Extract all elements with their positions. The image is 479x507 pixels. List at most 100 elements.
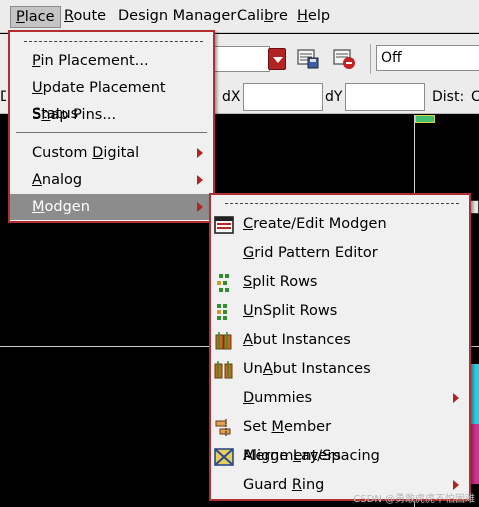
menu-item-modgen[interactable]: Modgen: [10, 194, 213, 220]
dx-label: dX: [222, 89, 241, 105]
merge-layers-icon: [214, 448, 234, 466]
menu-item-set-member-alignment[interactable]: Set Member Alignment/Spacing: [211, 413, 469, 464]
clipped-label-left: D: [0, 89, 6, 105]
menu-item-accel: G: [243, 245, 255, 261]
clipped-label-right: C: [471, 89, 479, 105]
menu-item-label-post: nalog: [41, 172, 83, 188]
menu-item-pin-placement[interactable]: Pin Placement...: [10, 48, 213, 74]
menu-item-accel: U: [243, 303, 254, 319]
dy-input[interactable]: [345, 83, 425, 111]
submenu-arrow-icon: [453, 393, 459, 403]
menu-item-label-post: ap Pins...: [50, 107, 117, 123]
menu-item-label-post: rid Pattern Editor: [254, 245, 378, 261]
menu-item-create-edit-modgen[interactable]: Create/Edit Modgen: [211, 210, 469, 239]
modgen-table-icon: [214, 216, 234, 234]
modgen-submenu: Create/Edit Modgen Grid Pattern Editor S…: [209, 193, 471, 501]
menu-item-label-post: odgen: [44, 199, 90, 215]
menu-item-label-post: but Instances: [252, 332, 351, 348]
menu-item-snap-pins[interactable]: Snap Pins...: [10, 102, 213, 128]
split-rows-icon: [217, 274, 229, 292]
menu-place-accel: P: [16, 9, 25, 25]
menu-item-label-post: nSplit Rows: [253, 303, 338, 319]
menu-item-label-pre: Merge: [243, 448, 293, 464]
submenu-arrow-icon: [197, 148, 203, 158]
menu-item-accel: M: [271, 419, 284, 435]
canvas-shape-right-2: [470, 364, 479, 424]
menu-item-accel: U: [32, 80, 43, 96]
menu-item-accel: A: [243, 332, 253, 348]
menu-design-manager-label: Design Manager: [118, 8, 237, 24]
menu-item-grid-pattern-editor[interactable]: Grid Pattern Editor: [211, 239, 469, 268]
menu-help-post: elp: [307, 8, 331, 24]
menu-item-label-pre: S: [32, 107, 42, 123]
menu-item-label-post: ummies: [254, 390, 313, 406]
menu-item-label-pre: Un: [243, 361, 263, 377]
dist-label: Dist:: [432, 89, 465, 105]
menu-item-label-post: plit Rows: [252, 274, 318, 290]
menu-item-label-post: but Instances: [272, 361, 371, 377]
place-menu: Pin Placement... Update Placement Status…: [8, 30, 215, 223]
menu-item-analog[interactable]: Analog: [10, 167, 213, 193]
menu-item-label-post: reate/Edit Modgen: [253, 216, 387, 232]
layer-combo-arrow-icon[interactable]: [268, 48, 286, 70]
menu-item-accel: D: [243, 390, 255, 406]
menu-place[interactable]: Place: [10, 6, 61, 28]
submenu-arrow-icon: [453, 480, 459, 490]
menu-item-label-post: ayers: [300, 448, 341, 464]
menu-item-accel: A: [32, 172, 42, 188]
menu-route-post: oute: [73, 8, 107, 24]
menu-calibre-accel: b: [264, 8, 274, 24]
snap-mode-value: Off: [381, 50, 402, 66]
unabut-icon: [214, 361, 233, 379]
menu-tear-off[interactable]: [225, 203, 459, 204]
menu-item-label-post: in Placement...: [40, 53, 149, 69]
submenu-arrow-icon: [197, 202, 203, 212]
toolbar-separator: [370, 44, 371, 74]
save-view-icon[interactable]: [296, 46, 320, 70]
menu-item-accel: M: [32, 199, 45, 215]
menu-help-accel: H: [297, 8, 308, 24]
menu-help[interactable]: Help: [292, 6, 335, 28]
menu-bar: Place Route Design Manager Calibre Help: [0, 0, 479, 33]
menu-item-accel: C: [243, 216, 254, 232]
canvas-shape-right-3: [470, 424, 479, 484]
menu-calibre-post: re: [273, 8, 288, 24]
menu-route[interactable]: Route: [59, 6, 111, 28]
menu-tear-off[interactable]: [24, 41, 203, 42]
submenu-arrow-icon: [197, 175, 203, 185]
dy-label: dY: [325, 89, 343, 105]
menu-item-dummies[interactable]: Dummies: [211, 384, 469, 413]
menu-item-label-pre: Custom: [32, 145, 93, 161]
menu-design-manager[interactable]: Design Manager: [113, 6, 241, 28]
hide-view-icon[interactable]: [332, 46, 356, 70]
dx-input[interactable]: [243, 83, 323, 111]
menu-item-label-post: ing: [301, 477, 325, 493]
menu-item-custom-digital[interactable]: Custom Digital: [10, 140, 213, 166]
menu-item-accel: R: [291, 477, 302, 493]
menu-calibre[interactable]: Calibre: [232, 6, 293, 28]
unsplit-rows-icon: [217, 304, 227, 320]
snap-mode-field[interactable]: Off: [376, 45, 479, 71]
menu-item-unabut-instances[interactable]: UnAbut Instances: [211, 355, 469, 384]
canvas-shape-right-1: [470, 200, 479, 214]
canvas-shape-top: [415, 115, 435, 123]
menu-item-accel: L: [292, 448, 301, 464]
menu-separator: [16, 132, 207, 133]
menu-item-merge-layers[interactable]: Merge Layers: [211, 442, 469, 471]
menu-item-label-pre: Set: [243, 419, 272, 435]
menu-calibre-pre: Cali: [237, 8, 265, 24]
menu-item-abut-instances[interactable]: Abut Instances: [211, 326, 469, 355]
abut-icon: [215, 332, 232, 350]
watermark: CSDN @勇敢虎虎不怕困难: [353, 494, 475, 505]
menu-item-update-placement-status[interactable]: Update Placement Status: [10, 75, 213, 122]
menu-item-split-rows[interactable]: Split Rows: [211, 268, 469, 297]
menu-item-label-post: igital: [103, 145, 140, 161]
menu-item-label-pre: Guard: [243, 477, 292, 493]
layer-combo-field[interactable]: [214, 46, 270, 72]
menu-item-unsplit-rows[interactable]: UnSplit Rows: [211, 297, 469, 326]
menu-item-accel: D: [92, 145, 104, 161]
menu-item-accel: A: [262, 361, 273, 377]
menu-place-post: lace: [24, 9, 55, 25]
menu-item-accel: S: [243, 274, 253, 290]
alignment-icon: [215, 419, 231, 437]
